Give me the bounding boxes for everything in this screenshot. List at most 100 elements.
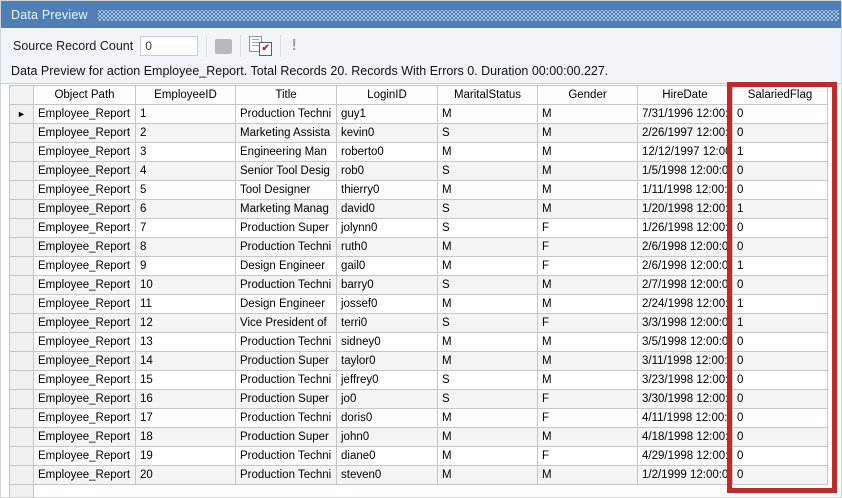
row-selector[interactable] <box>9 371 34 390</box>
cell-title[interactable]: Production Techni <box>236 238 337 257</box>
cell-marital-status[interactable]: M <box>438 352 538 371</box>
cell-employee-id[interactable]: 15 <box>136 371 236 390</box>
exclamation-icon[interactable]: ! <box>289 37 299 55</box>
cell-hire-date[interactable]: 1/20/1998 12:00:0 <box>638 200 733 219</box>
cell-title[interactable]: Production Techni <box>236 105 337 124</box>
table-row[interactable]: Employee_Report6Marketing Managdavid0SM1… <box>9 200 828 219</box>
cell-object-path[interactable]: Employee_Report <box>34 447 136 466</box>
row-selector[interactable] <box>9 238 34 257</box>
row-selector[interactable] <box>9 447 34 466</box>
row-selector[interactable] <box>9 219 34 238</box>
cell-login-id[interactable]: ruth0 <box>337 238 438 257</box>
cell-gender[interactable]: M <box>538 466 638 485</box>
cell-object-path[interactable]: Employee_Report <box>34 333 136 352</box>
cell-marital-status[interactable]: M <box>438 105 538 124</box>
column-header-salaried_flag[interactable]: SalariedFlag <box>733 85 828 105</box>
cell-gender[interactable]: M <box>538 124 638 143</box>
cell-employee-id[interactable]: 16 <box>136 390 236 409</box>
cell-hire-date[interactable]: 2/6/1998 12:00:00 <box>638 238 733 257</box>
cell-title[interactable]: Vice President of <box>236 314 337 333</box>
row-selector[interactable] <box>9 428 34 447</box>
cell-hire-date[interactable]: 4/11/1998 12:00:0 <box>638 409 733 428</box>
cell-title[interactable]: Production Techni <box>236 447 337 466</box>
cell-login-id[interactable]: kevin0 <box>337 124 438 143</box>
table-row[interactable]: ►Employee_Report1Production Techniguy1MM… <box>9 105 828 124</box>
table-row[interactable]: Employee_Report19Production Technidiane0… <box>9 447 828 466</box>
table-row[interactable]: Employee_Report4Senior Tool Desigrob0SM1… <box>9 162 828 181</box>
stop-button-icon[interactable] <box>215 39 232 54</box>
cell-employee-id[interactable]: 1 <box>136 105 236 124</box>
cell-login-id[interactable]: guy1 <box>337 105 438 124</box>
cell-gender[interactable]: F <box>538 314 638 333</box>
cell-salaried-flag[interactable]: 0 <box>733 409 828 428</box>
table-row[interactable]: Employee_Report3Engineering Manroberto0M… <box>9 143 828 162</box>
cell-gender[interactable]: M <box>538 181 638 200</box>
table-row[interactable]: Employee_Report9Design Engineergail0MF2/… <box>9 257 828 276</box>
cell-marital-status[interactable]: M <box>438 181 538 200</box>
row-selector[interactable] <box>9 390 34 409</box>
cell-title[interactable]: Production Techni <box>236 409 337 428</box>
cell-title[interactable]: Design Engineer <box>236 295 337 314</box>
cell-marital-status[interactable]: S <box>438 390 538 409</box>
column-header-object_path[interactable]: Object Path <box>34 85 136 105</box>
cell-employee-id[interactable]: 14 <box>136 352 236 371</box>
cell-object-path[interactable]: Employee_Report <box>34 162 136 181</box>
cell-salaried-flag[interactable]: 0 <box>733 219 828 238</box>
cell-marital-status[interactable]: M <box>438 447 538 466</box>
cell-title[interactable]: Production Super <box>236 219 337 238</box>
cell-login-id[interactable]: jolynn0 <box>337 219 438 238</box>
title-bar[interactable]: Data Preview <box>1 1 841 28</box>
cell-employee-id[interactable]: 12 <box>136 314 236 333</box>
cell-employee-id[interactable]: 3 <box>136 143 236 162</box>
cell-marital-status[interactable]: M <box>438 257 538 276</box>
cell-object-path[interactable]: Employee_Report <box>34 276 136 295</box>
cell-salaried-flag[interactable]: 0 <box>733 238 828 257</box>
cell-login-id[interactable]: rob0 <box>337 162 438 181</box>
cell-gender[interactable]: M <box>538 162 638 181</box>
cell-object-path[interactable]: Employee_Report <box>34 466 136 485</box>
row-selector[interactable] <box>9 257 34 276</box>
cell-gender[interactable]: F <box>538 447 638 466</box>
cell-login-id[interactable]: john0 <box>337 428 438 447</box>
cell-hire-date[interactable]: 2/7/1998 12:00:00 <box>638 276 733 295</box>
table-row[interactable]: Employee_Report16Production Superjo0SF3/… <box>9 390 828 409</box>
cell-hire-date[interactable]: 3/23/1998 12:00:0 <box>638 371 733 390</box>
cell-hire-date[interactable]: 1/5/1998 12:00:00 <box>638 162 733 181</box>
cell-marital-status[interactable]: M <box>438 466 538 485</box>
cell-marital-status[interactable]: S <box>438 276 538 295</box>
cell-login-id[interactable]: jeffrey0 <box>337 371 438 390</box>
cell-employee-id[interactable]: 6 <box>136 200 236 219</box>
column-header-login_id[interactable]: LoginID <box>337 85 438 105</box>
table-row[interactable]: Employee_Report11Design Engineerjossef0M… <box>9 295 828 314</box>
cell-hire-date[interactable]: 2/24/1998 12:00:0 <box>638 295 733 314</box>
cell-login-id[interactable]: doris0 <box>337 409 438 428</box>
cell-login-id[interactable]: david0 <box>337 200 438 219</box>
cell-employee-id[interactable]: 5 <box>136 181 236 200</box>
cell-employee-id[interactable]: 10 <box>136 276 236 295</box>
cell-marital-status[interactable]: S <box>438 162 538 181</box>
cell-gender[interactable]: M <box>538 371 638 390</box>
cell-login-id[interactable]: sidney0 <box>337 333 438 352</box>
cell-object-path[interactable]: Employee_Report <box>34 295 136 314</box>
cell-login-id[interactable]: thierry0 <box>337 181 438 200</box>
column-header-title[interactable]: Title <box>236 85 337 105</box>
cell-gender[interactable]: M <box>538 200 638 219</box>
cell-hire-date[interactable]: 3/30/1998 12:00:0 <box>638 390 733 409</box>
cell-salaried-flag[interactable]: 1 <box>733 295 828 314</box>
cell-salaried-flag[interactable]: 0 <box>733 333 828 352</box>
cell-employee-id[interactable]: 13 <box>136 333 236 352</box>
cell-salaried-flag[interactable]: 0 <box>733 447 828 466</box>
cell-title[interactable]: Marketing Manag <box>236 200 337 219</box>
table-row[interactable]: Employee_Report2Marketing Assistakevin0S… <box>9 124 828 143</box>
cell-hire-date[interactable]: 4/18/1998 12:00:0 <box>638 428 733 447</box>
cell-gender[interactable]: F <box>538 219 638 238</box>
cell-employee-id[interactable]: 11 <box>136 295 236 314</box>
cell-salaried-flag[interactable]: 1 <box>733 143 828 162</box>
cell-hire-date[interactable]: 3/5/1998 12:00:00 <box>638 333 733 352</box>
cell-salaried-flag[interactable]: 0 <box>733 390 828 409</box>
cell-employee-id[interactable]: 7 <box>136 219 236 238</box>
table-row[interactable]: Employee_Report10Production Technibarry0… <box>9 276 828 295</box>
cell-marital-status[interactable]: M <box>438 143 538 162</box>
cell-title[interactable]: Design Engineer <box>236 257 337 276</box>
cell-title[interactable]: Production Techni <box>236 276 337 295</box>
